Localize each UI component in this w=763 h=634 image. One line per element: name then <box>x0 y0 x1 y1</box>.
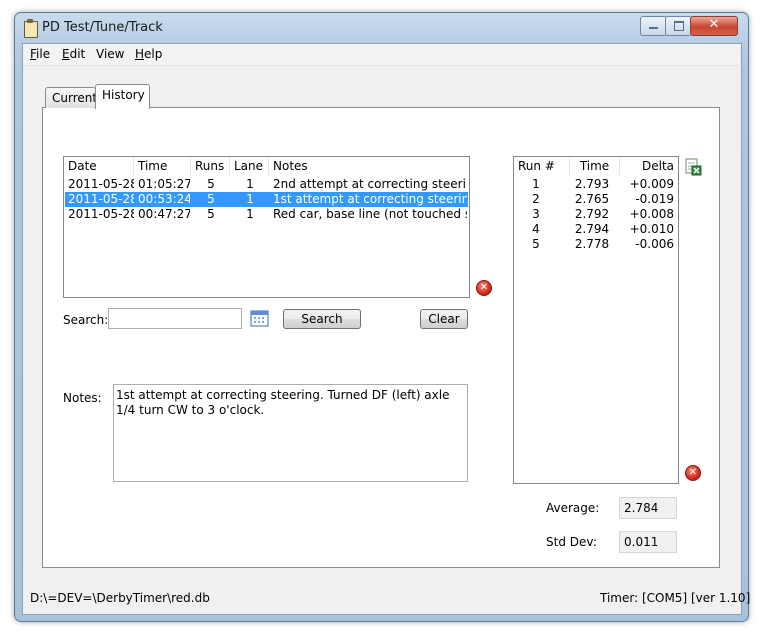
search-label: Search: <box>63 313 109 327</box>
row-time: 2.794 <box>574 222 610 236</box>
row-delta: -0.006 <box>635 237 674 251</box>
runs-list[interactable]: Run # Time Delta 1 2.793 +0.009 2 2.765 … <box>513 156 679 484</box>
menu-bar <box>23 44 739 66</box>
table-row[interactable]: 1 2.793 +0.009 <box>514 177 678 192</box>
notes-label: Notes: <box>63 391 102 405</box>
row-run: 5 <box>532 237 540 251</box>
row-date: 2011-05-28 <box>68 192 134 206</box>
excel-export-icon[interactable] <box>684 158 702 176</box>
table-row[interactable]: 2011-05-28 00:47:27 5 1 Red car, base li… <box>65 207 468 222</box>
notes-textarea[interactable]: 1st attempt at correcting steering. Turn… <box>113 384 468 482</box>
row-runs: 5 <box>207 192 215 206</box>
row-run: 1 <box>532 177 540 191</box>
row-time: 2.778 <box>574 237 610 251</box>
menu-view[interactable]: View <box>96 47 124 61</box>
row-delta: +0.009 <box>629 177 674 191</box>
stddev-value: 0.011 <box>619 531 677 553</box>
row-delta: -0.019 <box>635 192 674 206</box>
row-runs: 5 <box>207 207 215 221</box>
menu-file[interactable]: File <box>30 47 50 61</box>
row-date: 2011-05-28 <box>68 177 134 191</box>
row-lane: 1 <box>246 207 254 221</box>
search-button[interactable]: Search <box>283 309 361 329</box>
table-row[interactable]: 5 2.778 -0.006 <box>514 237 678 252</box>
row-notes: 2nd attempt at correcting steering. ... <box>273 177 467 191</box>
row-notes: 1st attempt at correcting steering. ... <box>273 192 467 206</box>
row-time: 01:05:27 <box>138 177 190 191</box>
row-time: 2.792 <box>574 207 610 221</box>
row-time: 00:53:24 <box>138 192 190 206</box>
row-notes: Red car, base line (not touched sinc... <box>273 207 467 221</box>
row-run: 4 <box>532 222 540 236</box>
status-db-path: D:\=DEV=\DerbyTimer\red.db <box>30 591 210 605</box>
row-time: 2.765 <box>574 192 610 206</box>
column-header-delta[interactable]: Delta <box>620 157 677 175</box>
average-value: 2.784 <box>619 497 677 519</box>
menu-edit[interactable]: Edit <box>62 47 85 61</box>
search-input[interactable] <box>108 308 242 329</box>
column-header-lane[interactable]: Lane <box>230 157 269 175</box>
maximize-button[interactable] <box>665 16 692 36</box>
row-run: 3 <box>532 207 540 221</box>
row-delta: +0.010 <box>629 222 674 236</box>
table-row[interactable]: 3 2.792 +0.008 <box>514 207 678 222</box>
table-row-selected[interactable]: 2011-05-28 00:53:24 5 1 1st attempt at c… <box>65 192 468 207</box>
row-lane: 1 <box>246 177 254 191</box>
row-time: 00:47:27 <box>138 207 190 221</box>
column-header-time[interactable]: Time <box>134 157 191 175</box>
minimize-button[interactable] <box>640 16 667 36</box>
close-button[interactable]: ✕ <box>690 16 738 36</box>
row-lane: 1 <box>246 192 254 206</box>
stddev-label: Std Dev: <box>546 535 597 549</box>
delete-session-icon[interactable] <box>476 280 492 296</box>
tab-current[interactable]: Current <box>45 87 97 108</box>
window-title: PD Test/Tune/Track <box>42 20 163 35</box>
table-row[interactable]: 2 2.765 -0.019 <box>514 192 678 207</box>
app-icon <box>24 19 38 38</box>
calendar-icon[interactable] <box>250 309 269 327</box>
close-icon: ✕ <box>708 17 720 32</box>
table-row[interactable]: 2011-05-28 01:05:27 5 1 2nd attempt at c… <box>65 177 468 192</box>
delete-run-icon[interactable] <box>685 465 701 481</box>
tab-history[interactable]: History <box>95 84 150 109</box>
row-time: 2.793 <box>574 177 610 191</box>
clear-button[interactable]: Clear <box>420 309 468 329</box>
row-runs: 5 <box>207 177 215 191</box>
table-row[interactable]: 4 2.794 +0.010 <box>514 222 678 237</box>
row-delta: +0.008 <box>629 207 674 221</box>
column-header-time[interactable]: Time <box>570 157 620 175</box>
menu-help[interactable]: Help <box>135 47 162 61</box>
column-header-runs[interactable]: Runs <box>191 157 230 175</box>
status-timer: Timer: [COM5] [ver 1.10] <box>600 591 751 605</box>
column-header-notes[interactable]: Notes <box>269 157 468 175</box>
column-header-date[interactable]: Date <box>64 157 134 175</box>
row-date: 2011-05-28 <box>68 207 134 221</box>
average-label: Average: <box>546 501 600 515</box>
column-header-run[interactable]: Run # <box>514 157 570 175</box>
row-run: 2 <box>532 192 540 206</box>
history-list[interactable]: Date Time Runs Lane Notes 2011-05-28 01:… <box>63 156 470 298</box>
